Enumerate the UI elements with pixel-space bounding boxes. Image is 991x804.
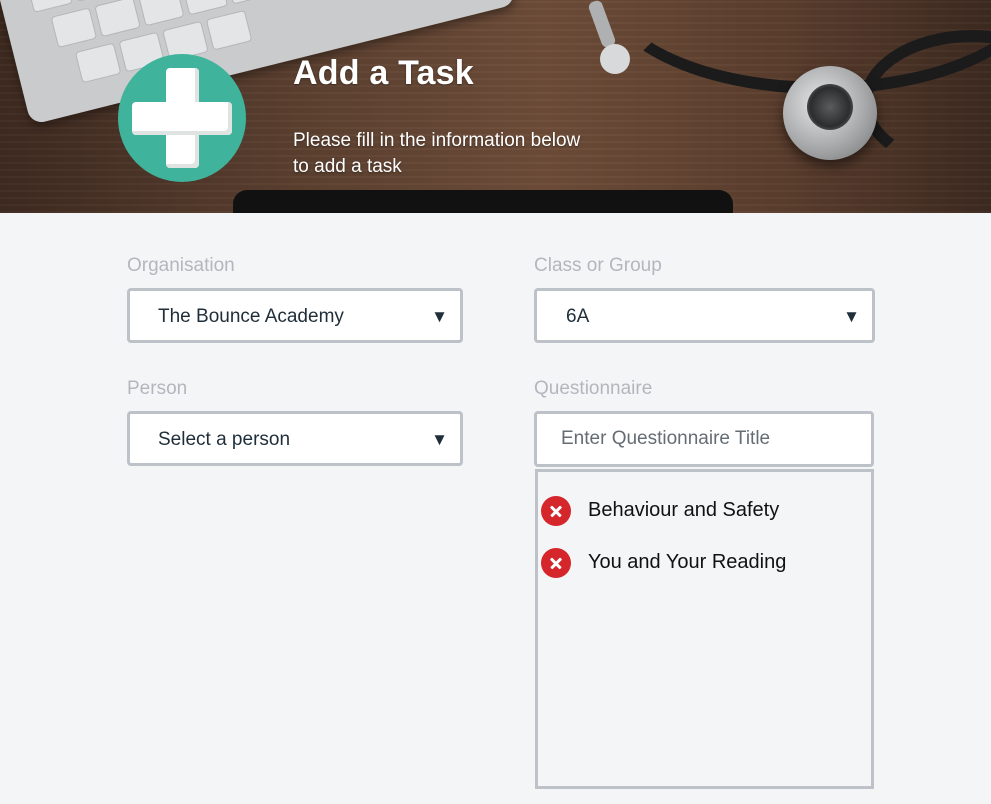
person-label: Person bbox=[127, 378, 188, 399]
stethoscope-chestpiece bbox=[783, 66, 877, 160]
plus-icon bbox=[118, 54, 246, 182]
list-item: Behaviour and Safety bbox=[541, 496, 861, 530]
stethoscope-eartip bbox=[600, 44, 630, 74]
chevron-down-icon: ▼ bbox=[431, 307, 448, 326]
class-group-label: Class or Group bbox=[534, 255, 662, 276]
header-banner: Add a Task Please fill in the informatio… bbox=[0, 0, 991, 213]
organisation-select[interactable]: The Bounce Academy ▼ bbox=[127, 288, 463, 343]
organisation-value: The Bounce Academy bbox=[158, 306, 344, 327]
list-item: You and Your Reading bbox=[541, 548, 861, 582]
organisation-label: Organisation bbox=[127, 255, 235, 276]
questionnaire-list: Behaviour and Safety You and Your Readin… bbox=[535, 469, 874, 789]
remove-icon[interactable] bbox=[541, 548, 571, 578]
questionnaire-item-label: You and Your Reading bbox=[588, 551, 787, 573]
person-value: Select a person bbox=[158, 429, 291, 450]
chevron-down-icon: ▼ bbox=[431, 430, 448, 449]
class-group-value: 6A bbox=[566, 306, 590, 327]
tablet-image bbox=[233, 190, 733, 213]
subtitle-line: to add a task bbox=[293, 156, 402, 177]
person-select[interactable]: Select a person ▼ bbox=[127, 411, 463, 466]
class-group-select[interactable]: 6A ▼ bbox=[534, 288, 875, 343]
questionnaire-item-label: Behaviour and Safety bbox=[588, 499, 780, 521]
chevron-down-icon: ▼ bbox=[843, 307, 860, 326]
remove-icon[interactable] bbox=[541, 496, 571, 526]
questionnaire-label: Questionnaire bbox=[534, 378, 653, 399]
page-subtitle: Please fill in the information below to … bbox=[293, 128, 633, 180]
questionnaire-search-input[interactable] bbox=[534, 411, 874, 467]
subtitle-line: Please fill in the information below bbox=[293, 130, 581, 151]
page-title: Add a Task bbox=[293, 54, 474, 92]
